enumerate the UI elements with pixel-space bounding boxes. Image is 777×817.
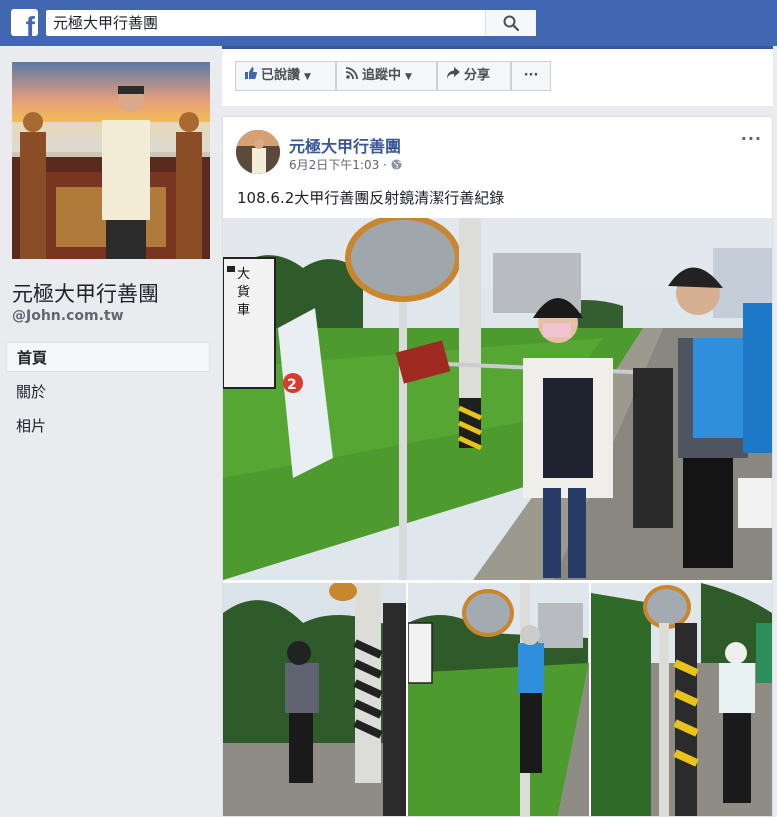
post-photo-thumb-1[interactable] [223,583,406,816]
profile-photo [12,62,210,259]
nav-item-photos[interactable]: 相片 [6,411,210,441]
liked-button[interactable]: 已說讚 ▼ [235,61,336,91]
share-arrow-icon [447,62,460,90]
facebook-logo[interactable]: f [11,9,38,36]
post-text: 108.6.2大甲行善團反射鏡清潔行善紀錄 [237,189,505,207]
road-sign-text: 大 [237,267,250,282]
post-author[interactable]: 元極大甲行善團 [289,133,401,157]
liked-label: 已說讚 [261,68,301,83]
post-card: 元極大甲行善團 6月2日下午1:03 · ··· 108.6.2大甲行善團反射鏡… [222,116,773,817]
chevron-down-icon: ▼ [304,72,311,82]
page-action-bar: 已說讚 ▼ 追蹤中 ▼ 分享 ··· [222,46,773,106]
page-profile-picture[interactable] [12,62,210,259]
post-photo-main[interactable]: 大 貨 車 2 [223,218,772,580]
nav-item-home[interactable]: 首頁 [6,342,210,372]
post-photo-thumb-2[interactable] [408,583,589,816]
share-label: 分享 [464,68,491,83]
post-options-button[interactable]: ··· [741,129,762,148]
road-sign-text: 貨 [237,284,250,300]
following-label: 追蹤中 [362,68,402,83]
left-sidebar: 元極大甲行善團 @John.com.tw 首頁 關於 相片 [0,46,222,771]
search-icon [503,15,519,31]
search-bar[interactable]: 元極大甲行善團 [46,10,536,36]
nav-item-about[interactable]: 關於 [6,377,210,407]
search-button[interactable] [485,10,536,36]
post-photo-thumb-3[interactable] [591,583,772,816]
page-name[interactable]: 元極大甲行善團 [12,278,159,308]
road-sign-text: 車 [237,303,250,318]
cover-strip [222,46,773,49]
post-meta: 6月2日下午1:03 · [289,156,402,173]
thumbs-up-icon [245,62,258,90]
share-button[interactable]: 分享 [437,61,511,91]
top-navigation-bar: f 元極大甲行善團 [0,0,777,46]
flag-number: 2 [287,377,297,393]
page-handle[interactable]: @John.com.tw [12,308,124,324]
search-input[interactable]: 元極大甲行善團 [53,10,158,36]
post-timestamp[interactable]: 6月2日下午1:03 · [289,158,391,172]
globe-icon [391,158,402,172]
rss-icon [345,62,358,90]
more-options-button[interactable]: ··· [511,61,551,91]
chevron-down-icon: ▼ [405,72,412,82]
post-avatar[interactable] [236,130,280,174]
following-button[interactable]: 追蹤中 ▼ [336,61,437,91]
more-icon: ··· [523,68,539,83]
